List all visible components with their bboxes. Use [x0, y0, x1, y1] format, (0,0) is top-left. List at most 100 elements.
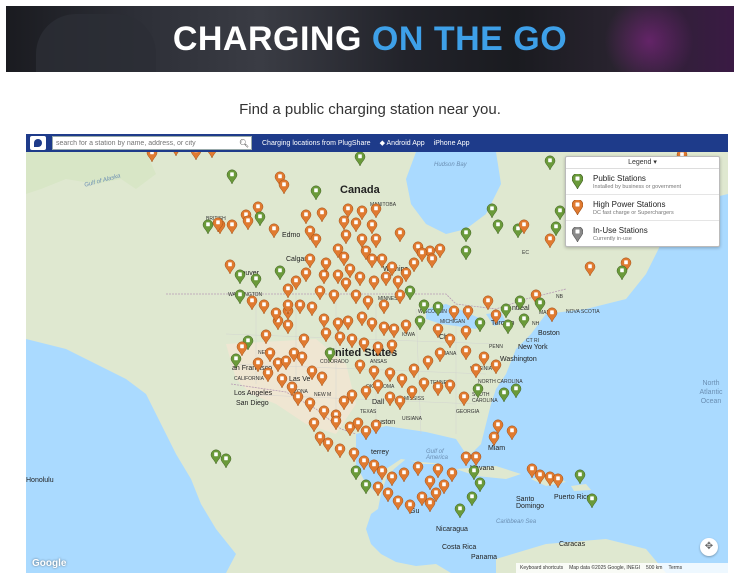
public-station-pin[interactable] [210, 449, 222, 465]
high-power-station-pin[interactable] [370, 419, 382, 435]
public-station-pin[interactable] [510, 383, 522, 399]
high-power-station-pin[interactable] [366, 219, 378, 235]
legend-item-public[interactable]: Public Stations Installed by business or … [566, 169, 719, 195]
high-power-station-pin[interactable] [432, 381, 444, 397]
high-power-station-pin[interactable] [444, 379, 456, 395]
high-power-station-pin[interactable] [298, 333, 310, 349]
high-power-station-pin[interactable] [398, 467, 410, 483]
high-power-station-pin[interactable] [304, 397, 316, 413]
android-app-link[interactable]: ◆ Android App [380, 139, 425, 147]
plugshare-link[interactable]: Charging locations from PlugShare [262, 140, 371, 147]
high-power-station-pin[interactable] [412, 461, 424, 477]
public-station-pin[interactable] [544, 155, 556, 171]
public-station-pin[interactable] [202, 219, 214, 235]
high-power-station-pin[interactable] [460, 325, 472, 341]
high-power-station-pin[interactable] [346, 333, 358, 349]
public-station-pin[interactable] [500, 303, 512, 319]
high-power-station-pin[interactable] [418, 377, 430, 393]
public-station-pin[interactable] [418, 299, 430, 315]
public-station-pin[interactable] [360, 479, 372, 495]
high-power-station-pin[interactable] [404, 499, 416, 515]
high-power-station-pin[interactable] [360, 385, 372, 401]
public-station-pin[interactable] [492, 219, 504, 235]
high-power-station-pin[interactable] [458, 391, 470, 407]
high-power-station-pin[interactable] [426, 253, 438, 269]
high-power-station-pin[interactable] [246, 295, 258, 311]
high-power-station-pin[interactable] [354, 271, 366, 287]
public-station-pin[interactable] [254, 211, 266, 227]
high-power-station-pin[interactable] [258, 299, 270, 315]
high-power-station-pin[interactable] [372, 379, 384, 395]
public-station-pin[interactable] [350, 465, 362, 481]
high-power-station-pin[interactable] [382, 487, 394, 503]
high-power-station-pin[interactable] [378, 299, 390, 315]
high-power-station-pin[interactable] [408, 363, 420, 379]
public-station-pin[interactable] [324, 347, 336, 363]
public-station-pin[interactable] [474, 477, 486, 493]
high-power-station-pin[interactable] [224, 259, 236, 275]
public-station-pin[interactable] [460, 245, 472, 261]
high-power-station-pin[interactable] [506, 425, 518, 441]
high-power-station-pin[interactable] [378, 321, 390, 337]
public-station-pin[interactable] [468, 465, 480, 481]
high-power-station-pin[interactable] [282, 319, 294, 335]
high-power-station-pin[interactable] [376, 465, 388, 481]
high-power-station-pin[interactable] [534, 469, 546, 485]
public-station-pin[interactable] [250, 273, 262, 289]
high-power-station-pin[interactable] [338, 395, 350, 411]
high-power-station-pin[interactable] [432, 463, 444, 479]
public-station-pin[interactable] [554, 205, 566, 221]
public-station-pin[interactable] [574, 469, 586, 485]
keyboard-shortcuts-link[interactable]: Keyboard shortcuts [520, 565, 563, 571]
high-power-station-pin[interactable] [406, 385, 418, 401]
high-power-station-pin[interactable] [264, 347, 276, 363]
high-power-station-pin[interactable] [372, 341, 384, 357]
high-power-station-pin[interactable] [358, 337, 370, 353]
high-power-station-pin[interactable] [262, 367, 274, 383]
high-power-station-pin[interactable] [392, 275, 404, 291]
high-power-station-pin[interactable] [366, 253, 378, 269]
high-power-station-pin[interactable] [300, 267, 312, 283]
public-station-pin[interactable] [226, 169, 238, 185]
high-power-station-pin[interactable] [350, 289, 362, 305]
high-power-station-pin[interactable] [396, 373, 408, 389]
high-power-station-pin[interactable] [432, 323, 444, 339]
high-power-station-pin[interactable] [386, 339, 398, 355]
public-station-pin[interactable] [460, 227, 472, 243]
high-power-station-pin[interactable] [478, 351, 490, 367]
high-power-station-pin[interactable] [424, 497, 436, 513]
public-station-pin[interactable] [414, 315, 426, 331]
public-station-pin[interactable] [502, 319, 514, 335]
high-power-station-pin[interactable] [348, 447, 360, 463]
high-power-station-pin[interactable] [392, 495, 404, 511]
high-power-station-pin[interactable] [294, 299, 306, 315]
high-power-station-pin[interactable] [470, 451, 482, 467]
public-station-pin[interactable] [498, 387, 510, 403]
high-power-station-pin[interactable] [444, 333, 456, 349]
public-station-pin[interactable] [518, 313, 530, 329]
iphone-app-link[interactable]: iPhone App [434, 140, 470, 147]
high-power-station-pin[interactable] [316, 371, 328, 387]
public-station-pin[interactable] [466, 491, 478, 507]
high-power-station-pin[interactable] [276, 373, 288, 389]
legend-item-in-use[interactable]: In-Use Stations Currently in-use [566, 221, 719, 247]
high-power-station-pin[interactable] [282, 283, 294, 299]
high-power-station-pin[interactable] [338, 215, 350, 231]
high-power-station-pin[interactable] [546, 307, 558, 323]
legend-item-high-power[interactable]: High Power Stations DC fast charge or Sup… [566, 195, 719, 221]
public-station-pin[interactable] [472, 383, 484, 399]
legend-header[interactable]: Legend ▾ [566, 157, 719, 169]
high-power-station-pin[interactable] [358, 455, 370, 471]
high-power-station-pin[interactable] [434, 347, 446, 363]
public-station-pin[interactable] [230, 353, 242, 369]
high-power-station-pin[interactable] [318, 269, 330, 285]
high-power-station-pin[interactable] [316, 207, 328, 223]
station-map[interactable]: Canada United States Hudson Bay Gulf of … [26, 134, 728, 573]
high-power-station-pin[interactable] [422, 355, 434, 371]
high-power-station-pin[interactable] [400, 319, 412, 335]
high-power-station-pin[interactable] [368, 275, 380, 291]
high-power-station-pin[interactable] [300, 209, 312, 225]
high-power-station-pin[interactable] [470, 363, 482, 379]
plugshare-logo-icon[interactable] [30, 136, 46, 150]
high-power-station-pin[interactable] [362, 295, 374, 311]
